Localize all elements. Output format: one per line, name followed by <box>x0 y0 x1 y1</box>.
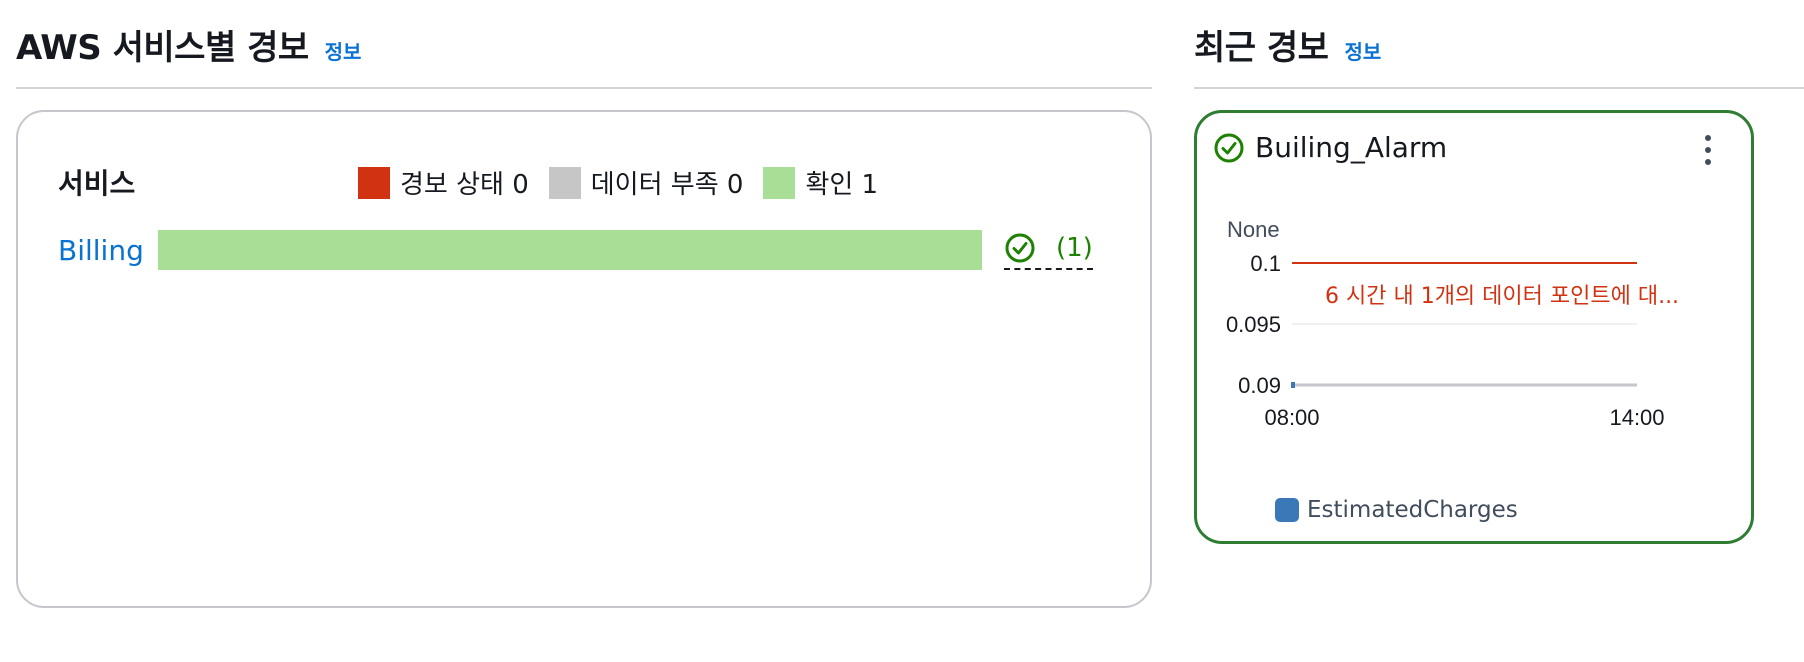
x-tick-label: 14:00 <box>1609 405 1664 430</box>
services-alarms-info-link[interactable]: 정보 <box>325 36 362 65</box>
status-legend: 경보 상태 0 데이터 부족 0 확인 1 <box>358 164 898 201</box>
chart-marks <box>1291 262 1637 388</box>
recent-alarms-info-link[interactable]: 정보 <box>1344 36 1381 65</box>
legend-item-alarm: 경보 상태 0 <box>358 164 529 201</box>
alarm-swatch <box>358 166 390 199</box>
services-alarms-header: AWS 서비스별 경보 정보 <box>16 20 361 69</box>
y-tick-label: 0.09 <box>1238 373 1281 398</box>
service-row-billing: Billing (1) <box>58 230 1118 274</box>
alarm-card[interactable]: Builing_Alarm None 0.1 0.095 0.09 08:00 14:… <box>1194 110 1754 544</box>
recent-alarms-title: 최근 경보 <box>1194 28 1329 68</box>
series-point <box>1291 382 1295 388</box>
services-panel: 서비스 경보 상태 0 데이터 부족 0 확인 1 Billing (1) <box>16 110 1152 608</box>
chart-yticks: 0.1 0.095 0.09 <box>1226 251 1281 398</box>
chart-ylabel: None <box>1227 217 1280 242</box>
y-tick-label: 0.1 <box>1250 251 1281 276</box>
insufficient-swatch <box>548 166 581 199</box>
recent-alarms-header: 최근 경보 정보 <box>1194 20 1381 69</box>
check-circle-icon <box>1005 233 1035 263</box>
chart-grid <box>1292 262 1637 387</box>
alarm-chart: None 0.1 0.095 0.09 08:00 14:00 6 시간 내 1개의 … <box>1226 217 1679 430</box>
services-heading: 서비스 <box>58 167 136 200</box>
threshold-label: 6 시간 내 1개의 데이터 포인트에 대... <box>1325 284 1679 309</box>
billing-ok-count[interactable]: (1) <box>1004 230 1093 270</box>
left-divider <box>16 87 1152 89</box>
chart-xticks: 08:00 14:00 <box>1264 405 1664 430</box>
billing-ok-count-label: (1) <box>1056 233 1093 263</box>
ok-swatch <box>763 166 796 199</box>
chart-legend-label: EstimatedCharges <box>1307 497 1518 523</box>
chart-legend: EstimatedCharges <box>1275 497 1518 523</box>
services-alarms-title: AWS 서비스별 경보 <box>16 28 309 68</box>
legend-label-ok: 확인 1 <box>805 170 879 200</box>
legend-item-insufficient: 데이터 부족 0 <box>548 164 744 201</box>
service-link-billing[interactable]: Billing <box>58 234 144 267</box>
legend-label-insufficient: 데이터 부족 0 <box>590 170 744 200</box>
billing-ok-bar[interactable] <box>158 230 982 270</box>
x-tick-label: 08:00 <box>1264 405 1319 430</box>
legend-item-ok: 확인 1 <box>763 164 878 201</box>
y-tick-label: 0.095 <box>1226 312 1281 337</box>
legend-label-alarm: 경보 상태 0 <box>400 170 529 200</box>
series-swatch <box>1275 498 1299 522</box>
right-divider <box>1194 87 1804 89</box>
